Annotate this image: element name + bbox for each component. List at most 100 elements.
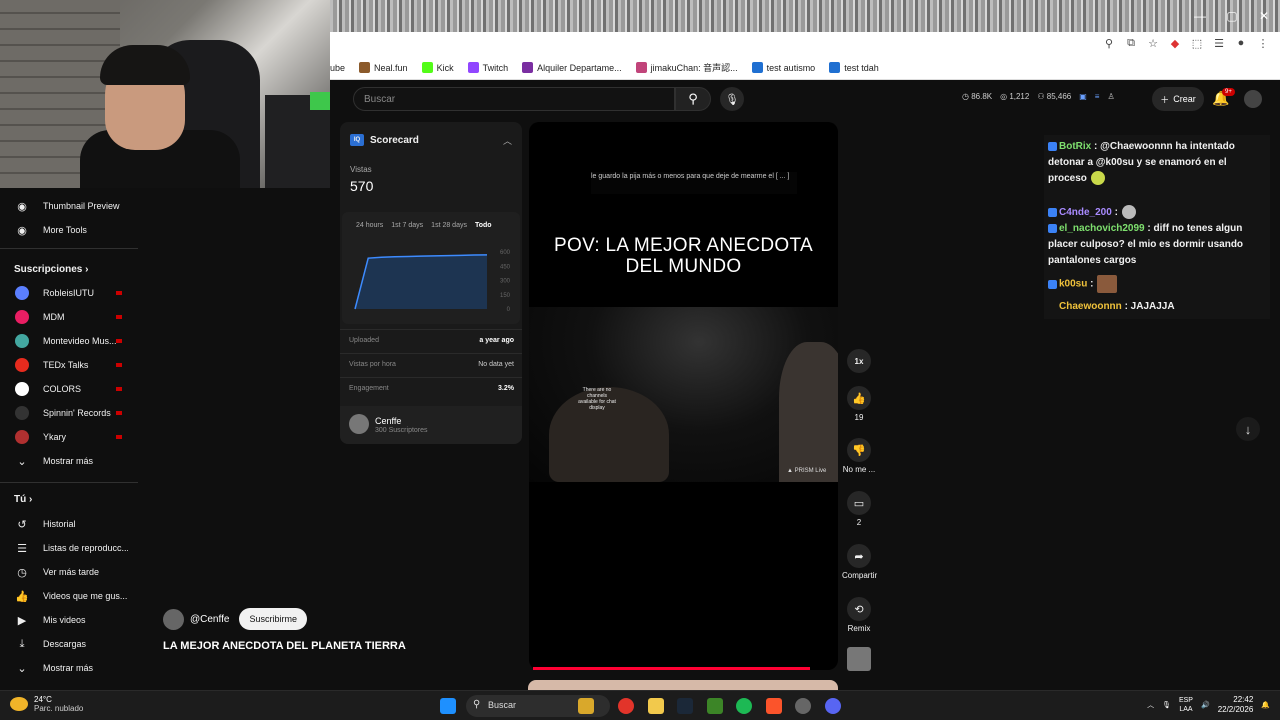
profile-icon[interactable]: ● bbox=[1234, 36, 1248, 50]
sidebar-item-label: Historial bbox=[43, 519, 76, 529]
bookmark-item[interactable]: Kick bbox=[421, 62, 454, 73]
sidebar-item-subscription[interactable]: Ykary bbox=[0, 426, 138, 448]
list-icon[interactable]: ≡ bbox=[1095, 92, 1100, 101]
tab-search-icon[interactable]: ☰ bbox=[1212, 36, 1226, 50]
avatar[interactable] bbox=[1244, 90, 1262, 108]
search-button[interactable]: ⚲ bbox=[675, 87, 711, 111]
live-indicator-icon bbox=[116, 339, 122, 343]
menu-icon[interactable]: ⋮ bbox=[1256, 36, 1270, 50]
speed-button[interactable]: 1x bbox=[842, 349, 876, 376]
language-indicator[interactable]: ESP LAA bbox=[1179, 696, 1193, 714]
comments-button[interactable]: ▭ 2 bbox=[842, 491, 876, 527]
bookmark-item[interactable]: Neal.fun bbox=[359, 62, 408, 73]
chevron-down-icon: ⌄ bbox=[17, 662, 27, 675]
bookmark-label: Neal.fun bbox=[374, 62, 408, 73]
chat-username[interactable]: k00su bbox=[1059, 279, 1087, 290]
like-button[interactable]: 👍 19 bbox=[842, 386, 876, 422]
video-person-right bbox=[779, 342, 838, 482]
stream-chat-overlay: BotRix : @Chaewoonnn ha intentado detona… bbox=[1044, 135, 1270, 319]
sidebar-item-more-tools[interactable]: ◉ More Tools bbox=[0, 219, 138, 241]
sidebar-item-subscription[interactable]: MDM bbox=[0, 306, 138, 328]
sound-thumbnail[interactable] bbox=[842, 647, 876, 674]
sound-avatar-icon bbox=[847, 647, 871, 671]
steam-icon[interactable] bbox=[677, 698, 693, 714]
you-heading[interactable]: Tú › bbox=[14, 494, 32, 505]
subscriptions-heading[interactable]: Suscripciones › bbox=[14, 264, 88, 275]
file-explorer-icon[interactable] bbox=[648, 698, 664, 714]
bookmark-item[interactable]: ube bbox=[330, 63, 345, 73]
channel-card[interactable]: Cenffe 300 Suscriptores bbox=[340, 406, 522, 444]
minecraft-icon[interactable] bbox=[707, 698, 723, 714]
mic-icon[interactable]: 🎙 bbox=[1162, 701, 1171, 709]
share-button[interactable]: ➦ Compartir bbox=[842, 544, 877, 580]
star-icon[interactable]: ☆ bbox=[1146, 36, 1160, 50]
chevron-up-icon[interactable]: ︿ bbox=[503, 134, 512, 147]
bookmark-favicon-icon bbox=[359, 62, 371, 73]
channel-stats: ◷ 86.8K ◎ 1,212 ⚇ 85,466 ▣ ≡ ♙ bbox=[962, 92, 1115, 101]
bookmark-favicon-icon bbox=[467, 62, 479, 73]
vidiq-icon[interactable]: ▣ bbox=[1079, 92, 1087, 101]
chat-badge-icon bbox=[1048, 207, 1057, 217]
spotify-icon[interactable] bbox=[736, 698, 752, 714]
subscribe-button[interactable]: Suscribirme bbox=[239, 608, 307, 630]
no-chat-text: There are no channels available for chat… bbox=[578, 387, 616, 411]
show-more-you-button[interactable]: ⌄ Mostrar más bbox=[0, 657, 138, 679]
dislike-button[interactable]: 👎 No me ... bbox=[842, 438, 876, 474]
sidebar-item-liked-videos[interactable]: 👍 Videos que me gus... bbox=[0, 585, 138, 607]
scorecard-row-value: No data yet bbox=[478, 361, 514, 368]
create-button[interactable]: ＋ Crear bbox=[1152, 87, 1204, 111]
chevron-up-icon[interactable]: ︿ bbox=[1147, 700, 1154, 710]
brave-icon[interactable] bbox=[766, 698, 782, 714]
owner-handle[interactable]: @Cenffe bbox=[190, 614, 229, 625]
owner-avatar[interactable] bbox=[163, 608, 184, 630]
extension-red-icon[interactable]: ◆ bbox=[1168, 36, 1182, 50]
obs-icon[interactable] bbox=[795, 698, 811, 714]
windows-start-icon[interactable] bbox=[440, 698, 456, 714]
sidebar-item-watch-later[interactable]: ◷ Ver más tarde bbox=[0, 561, 138, 583]
notifications-icon[interactable]: 🔔 bbox=[1261, 701, 1270, 709]
short-video-player[interactable]: le guardo la pija más o menos para que d… bbox=[529, 122, 838, 670]
sidebar-item-subscription[interactable]: COLORS bbox=[0, 378, 138, 400]
address-bar[interactable]: ⚲ ⧉ ☆ ◆ ⬚ ☰ ● ⋮ bbox=[330, 32, 1280, 56]
trophy-icon[interactable]: ♙ bbox=[1107, 92, 1114, 101]
close-icon[interactable]: ✕ bbox=[1248, 0, 1280, 32]
search-input[interactable]: Buscar bbox=[353, 87, 675, 111]
scroll-down-button[interactable]: ↓ bbox=[1236, 417, 1260, 441]
chat-username[interactable]: C4nde_200 bbox=[1059, 207, 1112, 218]
minimize-icon[interactable]: — bbox=[1184, 0, 1216, 32]
copilot-icon[interactable] bbox=[578, 698, 594, 714]
extensions-icon[interactable]: ⬚ bbox=[1190, 36, 1204, 50]
sidebar-item-subscription[interactable]: Montevideo Mus... bbox=[0, 330, 138, 352]
zoom-icon[interactable]: ⚲ bbox=[1102, 36, 1116, 50]
bookmark-item[interactable]: Alquiler Departame... bbox=[522, 62, 622, 73]
sidebar-item-my-videos[interactable]: ▶ Mis videos bbox=[0, 609, 138, 631]
discord-icon[interactable] bbox=[825, 698, 841, 714]
volume-icon[interactable]: 🔊 bbox=[1201, 701, 1210, 709]
chat-username[interactable]: Chaewoonnn bbox=[1059, 301, 1122, 312]
bookmark-item[interactable]: test autismo bbox=[751, 62, 815, 73]
sidebar-item-subscription[interactable]: TEDx Talks bbox=[0, 354, 138, 376]
divider bbox=[340, 353, 522, 354]
divider bbox=[0, 248, 138, 249]
sidebar-item-thumbnail-preview[interactable]: ◉ Thumbnail Preview bbox=[0, 195, 138, 217]
chat-username[interactable]: el_nachovich2099 bbox=[1059, 223, 1145, 234]
sidebar-item-subscription[interactable]: Spinnin' Records bbox=[0, 402, 138, 424]
chrome-icon[interactable] bbox=[618, 698, 634, 714]
sidebar-item-playlists[interactable]: ☰ Listas de reproducc... bbox=[0, 537, 138, 559]
weather-widget[interactable]: 24°C Parc. nublado bbox=[10, 695, 83, 713]
show-more-subs-button[interactable]: ⌄ Mostrar más bbox=[0, 450, 138, 472]
maximize-icon[interactable]: ▢ bbox=[1216, 0, 1248, 32]
video-progress-bar[interactable] bbox=[533, 667, 810, 670]
voice-search-button[interactable]: 🎙 bbox=[720, 87, 744, 111]
bookmark-item[interactable]: Twitch bbox=[467, 62, 508, 73]
sidebar-item-downloads[interactable]: ⤓ Descargas bbox=[0, 633, 138, 655]
clock[interactable]: 22:42 22/2/2026 bbox=[1218, 695, 1254, 715]
bookmark-item[interactable]: jimakuChan: 音声認... bbox=[635, 61, 738, 74]
remix-button[interactable]: ⟲ Remix bbox=[842, 597, 876, 633]
next-short-preview[interactable] bbox=[528, 680, 838, 690]
bookmark-item[interactable]: test tdah bbox=[829, 62, 879, 73]
sidebar-item-subscription[interactable]: RobleisIUTU bbox=[0, 282, 138, 304]
install-icon[interactable]: ⧉ bbox=[1124, 36, 1138, 50]
sidebar-item-history[interactable]: ↺ Historial bbox=[0, 513, 138, 535]
chat-username[interactable]: BotRix bbox=[1059, 141, 1091, 152]
